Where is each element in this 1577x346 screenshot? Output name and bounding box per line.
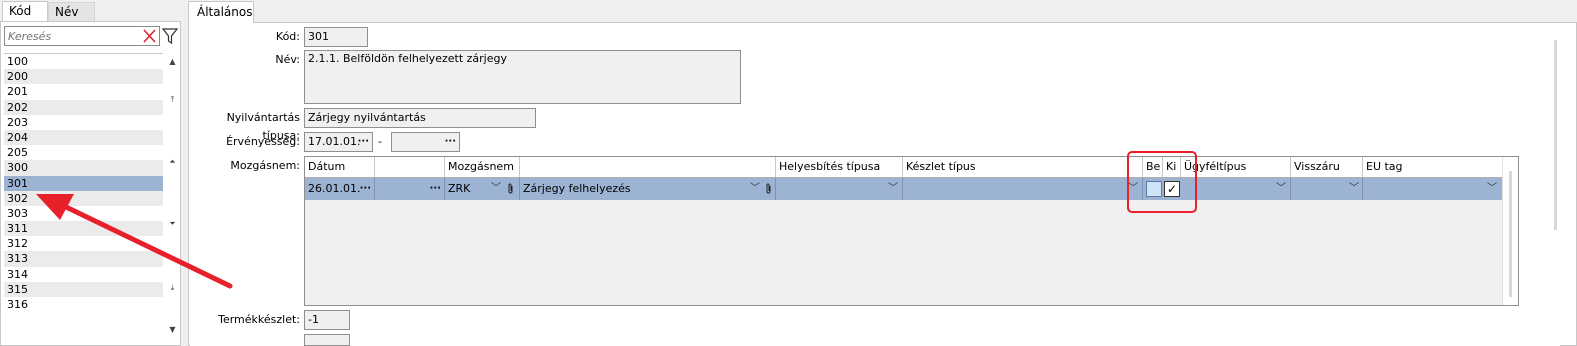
list-item[interactable]: 316: [4, 297, 163, 312]
scroll-thumb[interactable]: [1509, 171, 1512, 297]
erv-label: Érvényesség:: [226, 135, 300, 148]
search-input[interactable]: [5, 27, 141, 45]
list-item[interactable]: 300: [4, 160, 163, 176]
grid-header: Dátum Mozgásnem Helyesbítés típusa Készl…: [305, 157, 1502, 178]
col-mozgasnem[interactable]: Mozgásnem: [445, 157, 520, 177]
chevron-down-icon[interactable]: ﹀: [1487, 178, 1497, 200]
col-blank1[interactable]: [375, 157, 445, 177]
tab-nev[interactable]: Név: [48, 2, 95, 22]
cell-visszaru[interactable]: ﹀: [1291, 178, 1363, 200]
mozgasnem-grid: Dátum Mozgásnem Helyesbítés típusa Készl…: [304, 156, 1519, 306]
chevron-down-icon[interactable]: ﹀: [888, 178, 898, 200]
annotation-arrow-icon: [36, 194, 233, 289]
date-picker-icon[interactable]: ···: [358, 133, 369, 151]
kod-label: Kód:: [275, 30, 300, 43]
erv-separator: -: [378, 135, 382, 148]
nyilv-field[interactable]: Zárjegy nyilvántartás: [304, 108, 536, 128]
chevron-down-icon[interactable]: ﹀: [1276, 178, 1286, 200]
date-picker-icon[interactable]: ···: [445, 133, 456, 151]
col-blank2[interactable]: [520, 157, 776, 177]
col-keszlet[interactable]: Készlet típus: [903, 157, 1143, 177]
tab-altalanos[interactable]: Általános: [188, 1, 254, 23]
cell-ugyfeltipus[interactable]: ﹀: [1181, 178, 1291, 200]
chevron-down-icon[interactable]: ﹀: [491, 178, 501, 200]
scroll-thumb[interactable]: [1554, 40, 1557, 230]
cell-mozg-kod: ZRK: [448, 182, 471, 195]
nyilv-label: Nyilvántartás típusa:: [226, 111, 300, 142]
erv-from-value: 17.01.01.: [308, 135, 361, 148]
list-item[interactable]: 204: [4, 129, 163, 146]
termek-label: Termékkészlet:: [218, 313, 300, 326]
cell-datum[interactable]: 26.01.01. ···: [305, 178, 375, 200]
list-item[interactable]: 203: [4, 115, 163, 130]
filter-icon[interactable]: [162, 27, 178, 45]
next-field[interactable]: [304, 334, 350, 346]
list-item[interactable]: 100: [4, 54, 163, 69]
erv-from-field[interactable]: 17.01.01. ···: [304, 132, 373, 152]
ellipsis-icon[interactable]: ···: [430, 178, 441, 200]
termek-field[interactable]: -1: [304, 310, 350, 330]
list-item[interactable]: 202: [4, 99, 163, 115]
grid-row-selected[interactable]: 26.01.01. ··· ··· ZRK ﹀ Zárjegy felhelye…: [305, 178, 1502, 200]
col-ugyfeltipus[interactable]: Ügyféltípus: [1181, 157, 1291, 177]
paperclip-icon[interactable]: [507, 183, 514, 194]
grid-scrollbar[interactable]: [1502, 157, 1518, 305]
col-datum[interactable]: Dátum: [305, 157, 375, 177]
cell-datum-value: 26.01.01.: [308, 182, 361, 195]
cell-mozg-nev-value: Zárjegy felhelyezés: [523, 182, 631, 195]
highlight-box: [1127, 151, 1197, 213]
nev-label: Név:: [275, 53, 300, 66]
left-tabs: Kód Név: [0, 0, 180, 22]
cell-helyesbites[interactable]: ﹀: [776, 178, 903, 200]
tab-kod[interactable]: Kód: [2, 1, 48, 22]
clear-icon[interactable]: [142, 28, 157, 44]
form-scrollbar[interactable]: [1552, 40, 1560, 306]
list-item[interactable]: 205: [4, 145, 163, 160]
nev-field[interactable]: 2.1.1. Belföldön felhelyezett zárjegy: [304, 50, 741, 104]
scroll-down-icon[interactable]: ▼: [168, 325, 177, 335]
paperclip-icon[interactable]: [765, 183, 772, 194]
scroll-top-icon[interactable]: ⤒: [168, 95, 177, 105]
list-item[interactable]: 201: [4, 84, 163, 99]
mozg-label: Mozgásnem:: [230, 159, 300, 172]
cell-mozgasnem[interactable]: ZRK ﹀: [445, 178, 520, 200]
cell-mozg-nev[interactable]: Zárjegy felhelyezés ﹀: [520, 178, 776, 200]
cell-blank1[interactable]: ···: [375, 178, 445, 200]
list-item[interactable]: 200: [4, 69, 163, 85]
scroll-up-icon[interactable]: ▲: [168, 57, 177, 67]
page-up-icon[interactable]: ⏶: [168, 157, 177, 167]
cell-eutag[interactable]: ﹀: [1363, 178, 1502, 200]
erv-to-field[interactable]: ···: [391, 132, 460, 152]
cell-keszlet[interactable]: ﹀: [903, 178, 1143, 200]
chevron-down-icon[interactable]: ﹀: [1349, 178, 1359, 200]
search-box: [4, 26, 160, 46]
col-visszaru[interactable]: Visszáru: [1291, 157, 1363, 177]
col-helyesbites[interactable]: Helyesbítés típusa: [776, 157, 903, 177]
date-picker-icon[interactable]: ···: [360, 178, 371, 200]
kod-field[interactable]: 301: [304, 27, 368, 47]
col-eutag[interactable]: EU tag: [1363, 157, 1502, 177]
chevron-down-icon[interactable]: ﹀: [750, 178, 760, 200]
